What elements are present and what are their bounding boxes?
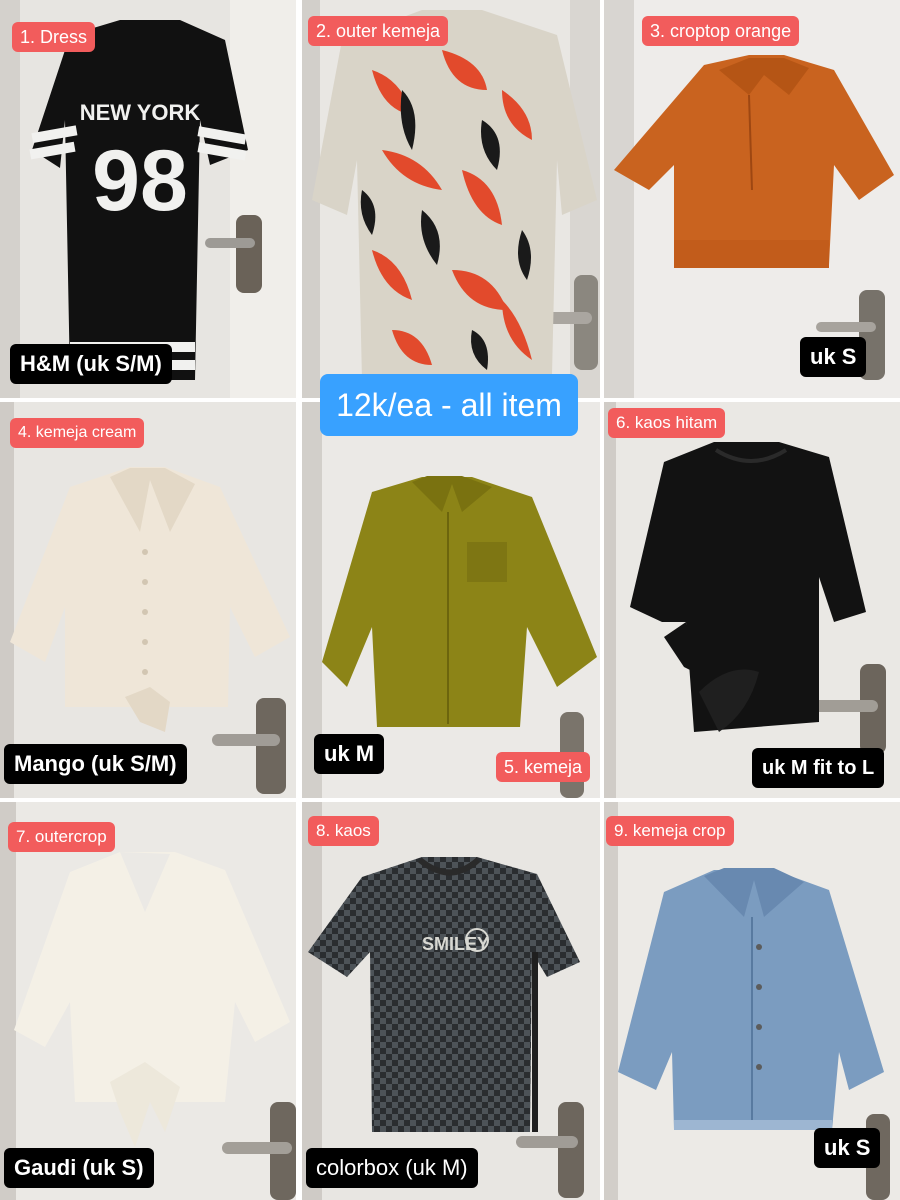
item-5-title: 5. kemeja <box>496 752 591 782</box>
product-collage: NEW YORK 98 1. Dress H&M (uk S/M) 2. out… <box>0 0 900 1200</box>
item-1-size: H&M (uk S/M) <box>10 344 172 384</box>
price-banner: 12k/ea - all item <box>320 374 578 436</box>
item-7-photo <box>0 802 296 1200</box>
item-6-title: 6. kaos hitam <box>608 408 726 438</box>
item-7-size: Gaudi (uk S) <box>4 1148 154 1188</box>
item-4-size: Mango (uk S/M) <box>4 744 187 784</box>
dress-print-number: 98 <box>92 133 188 229</box>
item-2-card[interactable]: 2. outer kemeja <box>302 0 600 398</box>
item-4-card[interactable]: 4. kemeja cream Mango (uk S/M) <box>0 402 296 798</box>
item-3-title: 3. croptop orange <box>642 16 800 46</box>
item-4-title: 4. kemeja cream <box>10 418 145 448</box>
item-6-photo <box>604 402 900 798</box>
item-9-size: uk S <box>814 1128 881 1168</box>
item-2-photo <box>302 0 600 398</box>
item-1-title: 1. Dress <box>12 22 96 52</box>
item-6-size: uk M fit to L <box>752 748 885 788</box>
item-3-card[interactable]: 3. croptop orange uk S <box>604 0 900 398</box>
item-9-title: 9. kemeja crop <box>606 816 734 846</box>
item-9-card[interactable]: 9. kemeja crop uk S <box>604 802 900 1200</box>
item-1-photo: NEW YORK 98 <box>0 0 296 398</box>
item-2-title: 2. outer kemeja <box>308 16 449 46</box>
item-8-title: 8. kaos <box>308 816 379 846</box>
item-6-card[interactable]: 6. kaos hitam uk M fit to L <box>604 402 900 798</box>
item-7-title: 7. outercrop <box>8 822 115 852</box>
dress-print-text: NEW YORK <box>80 100 201 125</box>
item-3-size: uk S <box>800 337 867 377</box>
item-8-size: colorbox (uk M) <box>306 1148 478 1188</box>
item-5-size: uk M <box>314 734 385 774</box>
item-8-photo: SMILEY <box>302 802 600 1200</box>
item-5-card[interactable]: uk M 5. kemeja <box>302 402 600 798</box>
item-7-card[interactable]: 7. outercrop Gaudi (uk S) <box>0 802 296 1200</box>
item-8-card[interactable]: SMILEY 8. kaos colorbox (uk M) <box>302 802 600 1200</box>
item-1-card[interactable]: NEW YORK 98 1. Dress H&M (uk S/M) <box>0 0 296 398</box>
item-4-photo <box>0 402 296 798</box>
